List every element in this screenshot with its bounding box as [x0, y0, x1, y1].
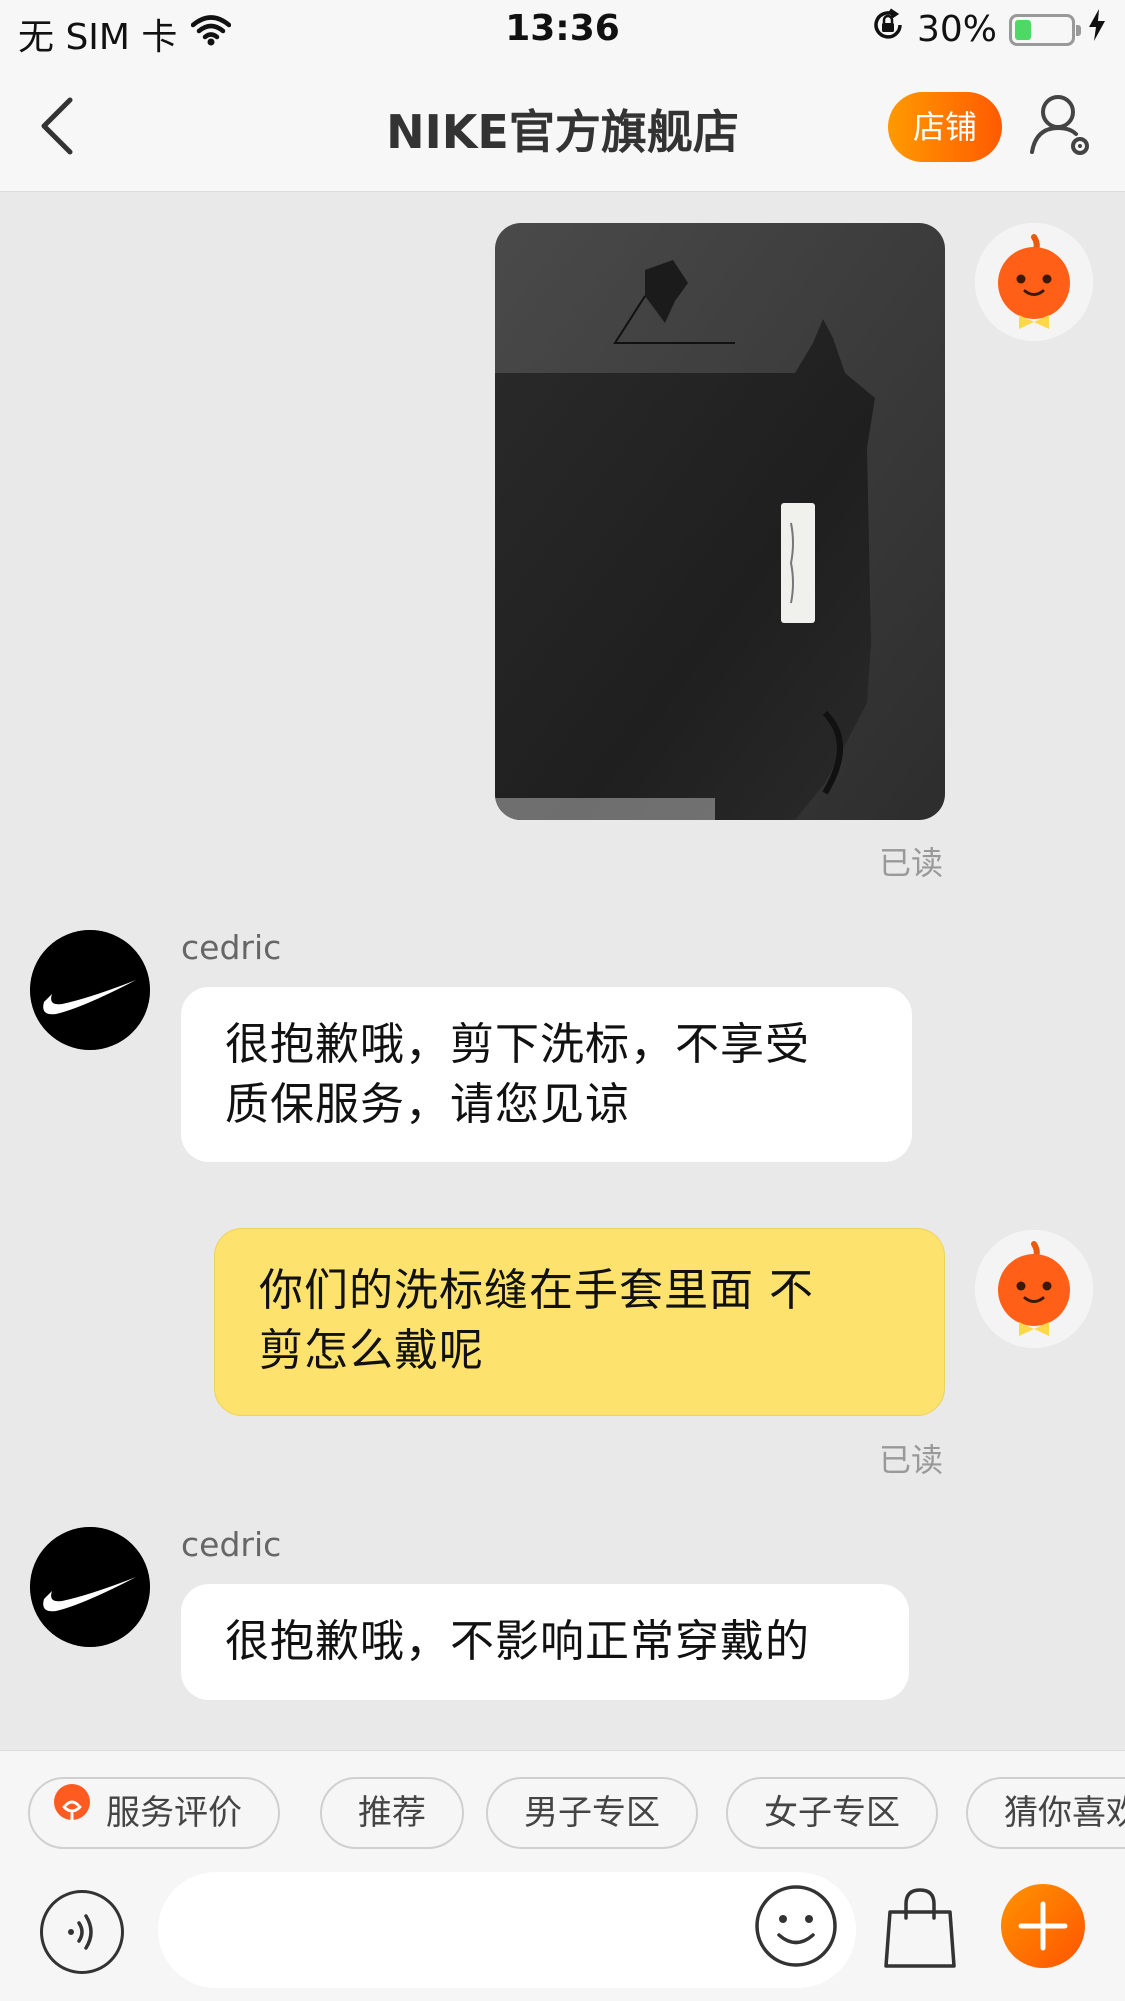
photo-glove-label — [495, 223, 945, 820]
quick-reply-guess-you-like[interactable]: 猜你喜欢 — [966, 1777, 1125, 1849]
nav-bar: NIKE官方旗舰店 店铺 — [0, 60, 1125, 192]
message-bubble-agent[interactable]: 很抱歉哦，剪下洗标，不享受 质保服务，请您见谅 — [181, 987, 912, 1162]
nike-swoosh-icon — [30, 930, 150, 1050]
shop-button[interactable]: 店铺 — [888, 92, 1002, 162]
quick-reply-service-rating[interactable]: 服务评价 — [28, 1777, 280, 1849]
agent-avatar[interactable] — [30, 930, 150, 1050]
plus-icon — [1018, 1901, 1068, 1951]
mascot-avatar-icon — [975, 1230, 1093, 1348]
service-rating-icon — [54, 1784, 90, 1823]
mascot-avatar-icon — [975, 223, 1093, 341]
quick-reply-men[interactable]: 男子专区 — [486, 1777, 698, 1849]
chip-label: 推荐 — [358, 1793, 426, 1833]
input-bar — [0, 1860, 1125, 2001]
my-avatar[interactable] — [975, 223, 1093, 341]
shopping-bag-button[interactable] — [878, 1882, 962, 1972]
message-line: 剪怎么戴呢 — [259, 1325, 484, 1376]
battery-icon — [1009, 13, 1081, 46]
message-bubble-agent[interactable]: 很抱歉哦，不影响正常穿戴的 — [181, 1584, 909, 1700]
read-status: 已读 — [878, 844, 943, 882]
my-avatar[interactable] — [975, 1230, 1093, 1348]
chip-label: 女子专区 — [764, 1793, 900, 1833]
plus-button[interactable] — [1001, 1884, 1085, 1968]
shopping-bag-icon — [884, 1888, 956, 1968]
message-line: 你们的洗标缝在手套里面 不 — [259, 1265, 814, 1316]
quick-reply-recommend[interactable]: 推荐 — [320, 1777, 464, 1849]
smiley-icon — [755, 1885, 837, 1967]
nike-swoosh-icon — [30, 1527, 150, 1647]
rotation-lock-icon — [871, 8, 905, 51]
message-image[interactable] — [495, 223, 945, 820]
message-line: 质保服务，请您见谅 — [225, 1079, 630, 1130]
chip-label: 猜你喜欢 — [1004, 1793, 1125, 1833]
chip-label: 男子专区 — [524, 1793, 660, 1833]
sender-name: cedric — [181, 928, 282, 967]
sender-name: cedric — [181, 1525, 282, 1564]
agent-avatar[interactable] — [30, 1527, 150, 1647]
voice-icon — [68, 1914, 93, 1950]
profile-settings-button[interactable] — [1028, 90, 1098, 160]
message-line: 很抱歉哦，不影响正常穿戴的 — [225, 1616, 810, 1667]
user-settings-icon — [1030, 95, 1089, 155]
battery-fill — [1015, 19, 1032, 40]
quick-reply-bar: 服务评价 推荐 男子专区 女子专区 猜你喜欢 — [0, 1750, 1125, 1860]
read-status: 已读 — [878, 1441, 943, 1479]
voice-button[interactable] — [40, 1890, 124, 1974]
status-right: 30% — [871, 8, 1107, 51]
charging-icon — [1087, 8, 1107, 51]
quick-reply-women[interactable]: 女子专区 — [726, 1777, 938, 1849]
chat-area[interactable]: 已读 cedric 很抱歉哦，剪下洗标，不享受 质保服务，请您见谅 你们的洗标缝… — [0, 193, 1125, 1750]
battery-percent: 30% — [916, 9, 997, 50]
message-line: 很抱歉哦，剪下洗标，不享受 — [225, 1019, 810, 1070]
emoji-button[interactable] — [752, 1882, 840, 1970]
status-bar: 无 SIM 卡 13:36 30% — [0, 0, 1125, 60]
chip-label: 服务评价 — [106, 1793, 242, 1833]
message-bubble-me[interactable]: 你们的洗标缝在手套里面 不 剪怎么戴呢 — [214, 1228, 945, 1416]
